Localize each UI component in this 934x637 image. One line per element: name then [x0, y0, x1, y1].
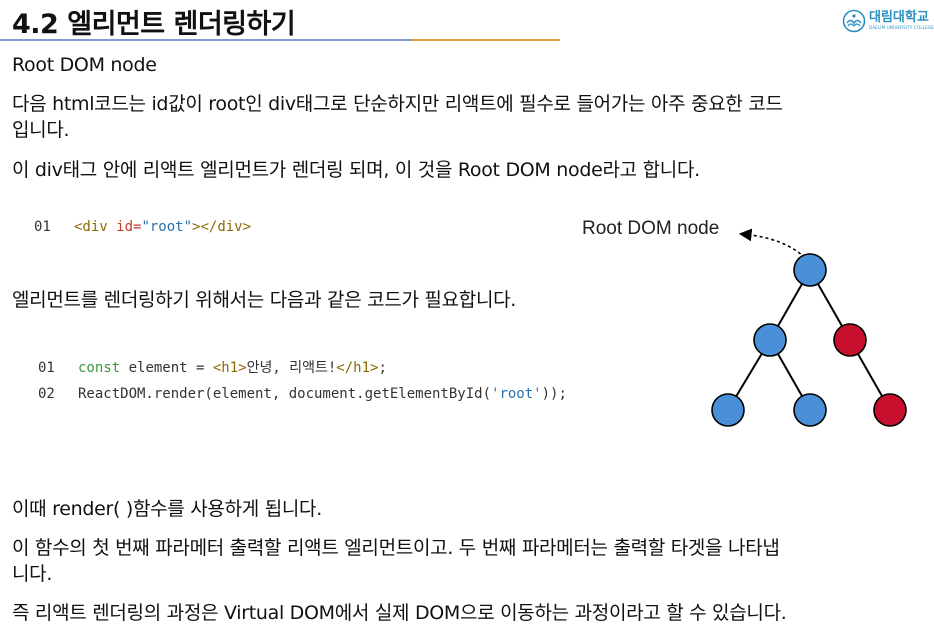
code-line-1: 01 const element = <h1>안녕, 리액트!</h1>; — [38, 357, 387, 377]
title-underline-blue — [0, 39, 412, 41]
dom-tree-diagram: Root DOM node — [582, 218, 907, 427]
page-title: 4.2 엘리먼트 렌더링하기 — [12, 9, 296, 40]
logo-korean-text: 대림대학교 — [869, 10, 929, 25]
code-keyword: const — [78, 360, 121, 376]
code-line-number: 01 — [34, 219, 51, 235]
paragraph-3: 엘리먼트를 렌더링하기 위해서는 다음과 같은 코드가 필요합니다. — [12, 289, 517, 311]
paragraph-5-line-2: 니다. — [12, 563, 53, 585]
code-line-number: 02 — [38, 386, 55, 402]
code-tag-close: ></div> — [192, 219, 252, 235]
diagram-label: Root DOM node — [582, 218, 719, 239]
code-tag-open: <h1> — [212, 360, 247, 376]
logo-emblem-icon — [842, 9, 866, 33]
diagram-arrow — [738, 228, 806, 259]
code-string: 'root' — [491, 386, 542, 402]
code-text: 안녕, 리액트! — [246, 360, 337, 376]
code-line-number: 01 — [38, 360, 55, 376]
code-attr-value: "root" — [141, 219, 193, 235]
code-tag-close: </h1> — [336, 360, 379, 376]
paragraph-1-line-1: 다음 html코드는 id값이 root인 div태그로 단순하지만 리액트에 … — [12, 93, 783, 115]
tree-node — [711, 393, 745, 427]
code-text: ; — [378, 360, 387, 376]
tree-node-root — [793, 253, 827, 287]
logo-english-text: DAELIM UNIVERSITY COLLEGE — [869, 25, 934, 30]
tree-node — [753, 323, 787, 357]
tree-node — [793, 393, 827, 427]
code-text: ReactDOM.render(element, document.getEle… — [78, 386, 492, 402]
code-block-root-div: 01 <div id="root"></div> — [34, 219, 251, 235]
code-attr: id= — [116, 219, 142, 235]
paragraph-1-line-2: 입니다. — [12, 119, 70, 141]
code-tag-open: <div — [74, 219, 117, 235]
code-text: element = — [120, 360, 213, 376]
tree-node-red — [833, 323, 867, 357]
paragraph-4: 이때 render( )함수를 사용하게 됩니다. — [12, 498, 322, 520]
code-text: )); — [541, 386, 567, 402]
university-logo: 대림대학교 DAELIM UNIVERSITY COLLEGE — [842, 9, 934, 33]
paragraph-6: 즉 리액트 렌더링의 과정은 Virtual DOM에서 실제 DOM으로 이동… — [12, 602, 787, 624]
tree-node-red — [873, 393, 907, 427]
paragraph-5-line-1: 이 함수의 첫 번째 파라메터 출력할 리액트 엘리먼트이고. 두 번째 파라메… — [12, 537, 780, 559]
title-underline-orange — [412, 39, 560, 41]
section-heading: Root DOM node — [12, 54, 157, 76]
paragraph-2: 이 div태그 안에 리액트 엘리먼트가 렌더링 되며, 이 것을 Root D… — [12, 159, 700, 181]
code-line-2: 02 ReactDOM.render(element, document.getE… — [38, 386, 567, 402]
